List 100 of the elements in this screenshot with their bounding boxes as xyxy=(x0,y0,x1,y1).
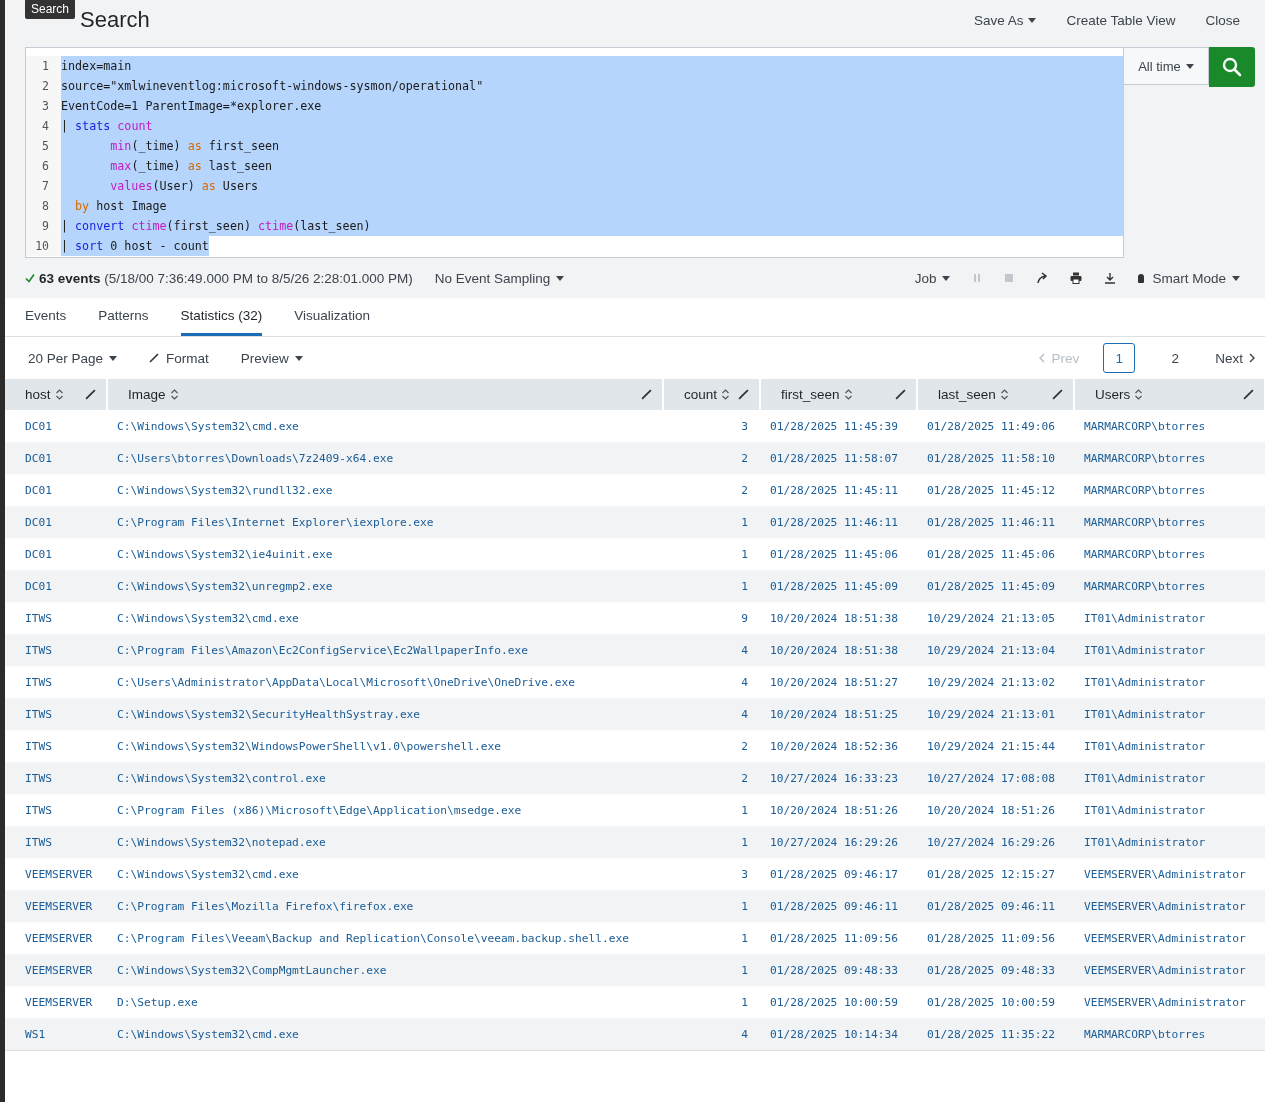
table-cell: 01/28/2025 11:45:06 xyxy=(917,538,1074,570)
table-cell: IT01\Administrator xyxy=(1074,634,1265,666)
table-cell: C:\Windows\System32\rundll32.exe xyxy=(107,474,663,506)
table-cell: 10/27/2024 16:29:26 xyxy=(760,826,917,858)
results-tab[interactable]: Statistics (32) xyxy=(180,298,263,336)
table-cell: IT01\Administrator xyxy=(1074,698,1265,730)
table-cell: 01/28/2025 12:15:27 xyxy=(917,858,1074,890)
table-cell: WS1 xyxy=(5,1018,107,1051)
table-cell: MARMARCORP\btorres xyxy=(1074,538,1265,570)
page-link[interactable]: 1 xyxy=(1103,343,1136,373)
table-cell: ITWS xyxy=(5,634,107,666)
table-cell: DC01 xyxy=(5,474,107,506)
table-cell: VEEMSERVER xyxy=(5,890,107,922)
table-cell: 10/29/2024 21:13:05 xyxy=(917,602,1074,634)
table-cell: 1 xyxy=(663,570,760,602)
table-cell: 2 xyxy=(663,762,760,794)
table-cell: 4 xyxy=(663,1018,760,1051)
header-action[interactable]: Save As xyxy=(973,12,1037,28)
table-cell: 01/28/2025 10:00:59 xyxy=(760,986,917,1018)
table-cell: IT01\Administrator xyxy=(1074,762,1265,794)
results-tab[interactable]: Events xyxy=(25,298,67,336)
column-header[interactable]: Users xyxy=(1074,379,1265,410)
header-action[interactable]: Create Table View xyxy=(1066,12,1176,28)
table-cell: 01/28/2025 11:35:22 xyxy=(917,1018,1074,1051)
sort-icon[interactable] xyxy=(1135,389,1143,400)
table-cell: 4 xyxy=(663,698,760,730)
table-cell: 9 xyxy=(663,602,760,634)
column-header[interactable]: first_seen xyxy=(760,379,917,410)
table-cell: C:\Windows\System32\control.exe xyxy=(107,762,663,794)
table-cell: IT01\Administrator xyxy=(1074,794,1265,826)
table-cell: 01/28/2025 09:46:11 xyxy=(760,890,917,922)
check-icon xyxy=(25,273,35,283)
table-cell: 01/28/2025 10:14:34 xyxy=(760,1018,917,1051)
table-cell: VEEMSERVER xyxy=(5,922,107,954)
table-cell: MARMARCORP\btorres xyxy=(1074,474,1265,506)
search-mode-dropdown[interactable]: Smart Mode xyxy=(1152,270,1240,286)
table-cell: 01/28/2025 11:45:09 xyxy=(760,570,917,602)
sort-icon[interactable] xyxy=(170,389,178,400)
table-cell: MARMARCORP\btorres xyxy=(1074,1018,1265,1051)
table-cell: 10/27/2024 16:33:23 xyxy=(760,762,917,794)
search-editor[interactable] xyxy=(25,47,1124,258)
table-cell: MARMARCORP\btorres xyxy=(1074,410,1265,442)
line-number: 6 xyxy=(26,156,61,176)
table-cell: 1 xyxy=(663,922,760,954)
sort-icon[interactable] xyxy=(844,389,852,400)
table-cell: C:\Windows\System32\CompMgmtLauncher.exe xyxy=(107,954,663,986)
time-range-dropdown[interactable]: All time xyxy=(1124,47,1209,85)
table-cell: DC01 xyxy=(5,410,107,442)
table-cell: VEEMSERVER\Administrator xyxy=(1074,954,1265,986)
table-cell: 10/20/2024 18:51:38 xyxy=(760,634,917,666)
page-link[interactable]: 2 xyxy=(1159,343,1192,373)
per-page-dropdown[interactable]: 20 Per Page xyxy=(28,350,118,366)
format-button[interactable]: Format xyxy=(149,350,209,366)
search-icon xyxy=(1222,57,1242,77)
next-page-link[interactable]: Next xyxy=(1215,350,1255,366)
sampling-dropdown[interactable]: No Event Sampling xyxy=(434,270,565,286)
table-cell: C:\Windows\System32\unregmp2.exe xyxy=(107,570,663,602)
job-dropdown[interactable]: Job xyxy=(914,270,951,286)
column-header[interactable]: last_seen xyxy=(917,379,1074,410)
table-cell: 2 xyxy=(663,730,760,762)
table-cell: VEEMSERVER xyxy=(5,954,107,986)
table-cell: 4 xyxy=(663,634,760,666)
table-cell: 10/29/2024 21:15:44 xyxy=(917,730,1074,762)
header-action[interactable]: Close xyxy=(1205,12,1240,28)
table-cell: MARMARCORP\btorres xyxy=(1074,442,1265,474)
share-icon[interactable] xyxy=(1036,272,1049,284)
sort-icon[interactable] xyxy=(1000,389,1008,400)
column-header[interactable]: Image xyxy=(107,379,663,410)
table-cell: VEEMSERVER xyxy=(5,986,107,1018)
table-cell: 01/28/2025 11:46:11 xyxy=(760,506,917,538)
table-cell: MARMARCORP\btorres xyxy=(1074,506,1265,538)
event-count: 63 events (5/18/00 7:36:49.000 PM to 8/5/26 2:28:01.000 PM) xyxy=(39,270,413,286)
table-cell: 1 xyxy=(663,890,760,922)
table-cell: 10/29/2024 21:13:04 xyxy=(917,634,1074,666)
table-cell: 10/27/2024 16:29:26 xyxy=(917,826,1074,858)
table-cell: C:\Windows\System32\cmd.exe xyxy=(107,410,663,442)
preview-dropdown[interactable]: Preview xyxy=(240,350,303,366)
search-button[interactable] xyxy=(1209,47,1255,87)
table-cell: 01/28/2025 11:58:07 xyxy=(760,442,917,474)
table-cell: C:\Program Files\Mozilla Firefox\firefox.exe xyxy=(107,890,663,922)
table-cell: 3 xyxy=(663,410,760,442)
table-cell: 01/28/2025 09:46:11 xyxy=(917,890,1074,922)
table-cell: 1 xyxy=(663,506,760,538)
table-cell: 3 xyxy=(663,858,760,890)
table-cell: 01/28/2025 09:48:33 xyxy=(760,954,917,986)
table-cell: C:\Program Files\Internet Explorer\iexplore.exe xyxy=(107,506,663,538)
column-header[interactable]: host xyxy=(5,379,107,410)
table-cell: 10/27/2024 17:08:08 xyxy=(917,762,1074,794)
download-icon[interactable] xyxy=(1104,272,1117,284)
print-icon[interactable] xyxy=(1070,272,1083,284)
table-cell: C:\Users\btorres\Downloads\7z2409-x64.exe xyxy=(107,442,663,474)
results-tab[interactable]: Patterns xyxy=(98,298,149,336)
results-tab[interactable]: Visualization xyxy=(294,298,370,336)
table-cell: 1 xyxy=(663,954,760,986)
table-cell: ITWS xyxy=(5,762,107,794)
sort-icon[interactable] xyxy=(722,389,730,400)
sort-icon[interactable] xyxy=(55,389,63,400)
table-cell: IT01\Administrator xyxy=(1074,666,1265,698)
table-cell: MARMARCORP\btorres xyxy=(1074,570,1265,602)
column-header[interactable]: count xyxy=(663,379,760,410)
